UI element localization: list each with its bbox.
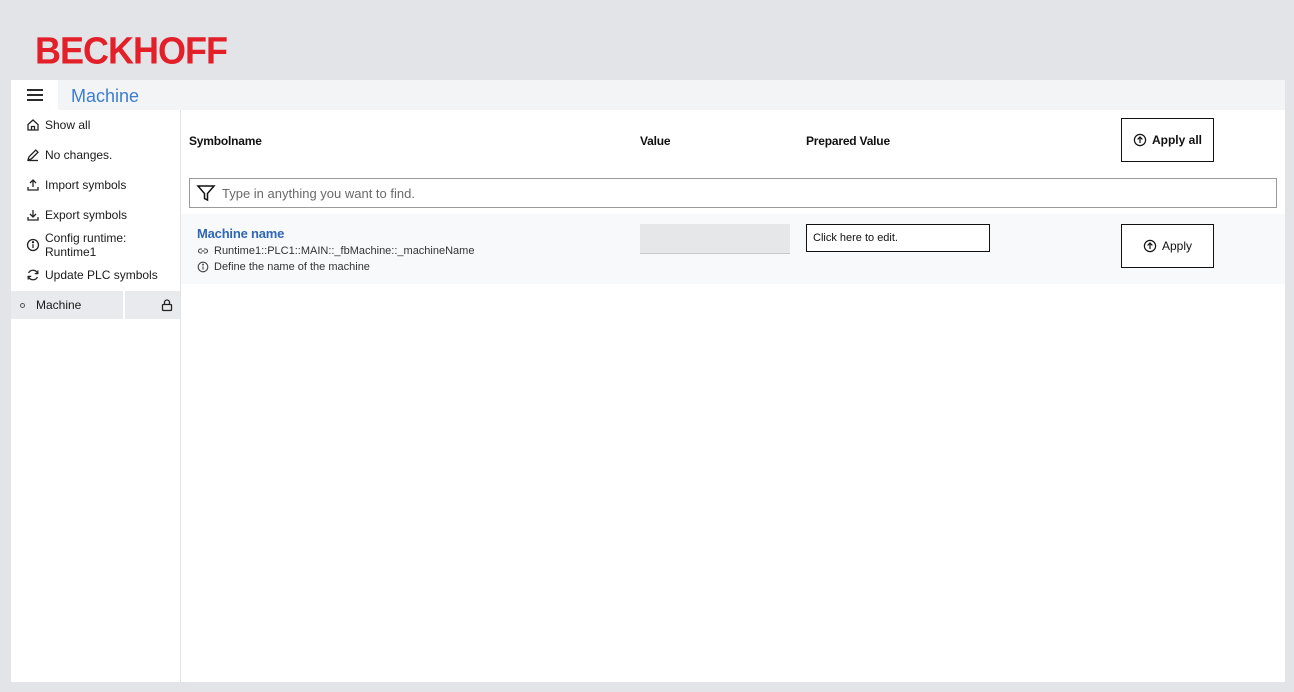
column-header-prepared-value: Prepared Value: [806, 134, 890, 148]
arrow-up-circle-icon: [1143, 239, 1157, 253]
app-frame: Machine Show all No changes. Import symb…: [11, 80, 1285, 682]
sidebar: Show all No changes. Import symbols Expo…: [11, 110, 181, 682]
search-input[interactable]: [222, 185, 1262, 201]
download-icon: [26, 208, 40, 222]
sidebar-item-label: No changes.: [45, 148, 113, 162]
filter-bar: [189, 178, 1277, 208]
pencil-icon: [26, 148, 40, 162]
symbol-path: Runtime1::PLC1::MAIN::_fbMachine::_machi…: [197, 245, 474, 257]
info-icon: [197, 261, 209, 273]
sidebar-item-label: Import symbols: [45, 178, 127, 192]
apply-all-button[interactable]: Apply all: [1121, 118, 1214, 162]
table-row: Machine name Runtime1::PLC1::MAIN::_fbMa…: [181, 214, 1285, 284]
tree-bullet-icon: [20, 302, 25, 308]
top-bar: Machine: [11, 80, 1285, 110]
sidebar-item-no-changes[interactable]: No changes.: [11, 143, 180, 167]
beckhoff-logo: BECKHOFF: [35, 28, 228, 72]
link-icon: [197, 245, 209, 257]
page-title: Machine: [71, 86, 140, 106]
arrow-up-circle-icon: [1133, 133, 1147, 147]
tree-item-machine[interactable]: Machine: [11, 291, 180, 319]
refresh-icon: [26, 268, 40, 282]
column-header-value: Value: [640, 134, 671, 148]
sidebar-item-label: Update PLC symbols: [45, 268, 158, 282]
column-header-symbolname: Symbolname: [189, 134, 262, 148]
sidebar-item-label: Config runtime: Runtime1: [45, 231, 127, 259]
tree-item-label: Machine: [36, 298, 82, 312]
info-icon: [26, 238, 40, 252]
upload-icon: [26, 178, 40, 192]
hamburger-menu-icon[interactable]: [11, 80, 58, 110]
symbol-description: Define the name of the machine: [197, 261, 370, 273]
symbol-table: Symbolname Value Prepared Value Apply al…: [181, 110, 1285, 682]
sidebar-item-show-all[interactable]: Show all: [11, 113, 180, 137]
sidebar-item-config-runtime[interactable]: Config runtime: Runtime1: [11, 231, 180, 259]
apply-button[interactable]: Apply: [1121, 224, 1214, 268]
sidebar-item-label: Show all: [45, 118, 91, 132]
filter-icon: [196, 183, 216, 203]
sidebar-item-label: Export symbols: [45, 208, 128, 222]
current-value-field: [640, 224, 790, 254]
prepared-value-field[interactable]: Click here to edit.: [806, 224, 990, 252]
symbol-title: Machine name: [197, 226, 285, 241]
lock-icon[interactable]: [160, 298, 174, 312]
sidebar-item-update-plc-symbols[interactable]: Update PLC symbols: [11, 263, 180, 287]
sidebar-item-import-symbols[interactable]: Import symbols: [11, 173, 180, 197]
sidebar-item-export-symbols[interactable]: Export symbols: [11, 203, 180, 227]
home-icon: [26, 118, 40, 132]
